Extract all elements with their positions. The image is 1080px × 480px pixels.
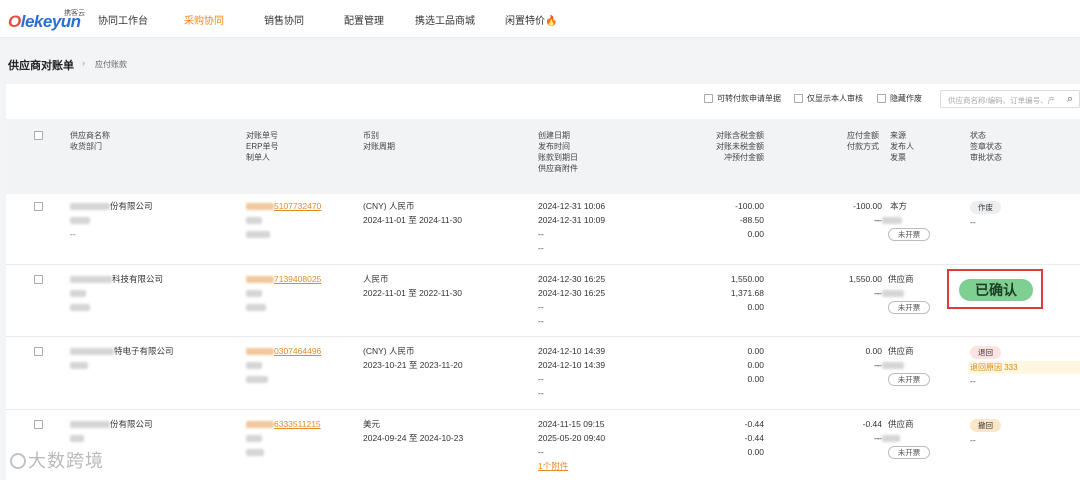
- invoice-tag[interactable]: 未开票: [888, 373, 930, 386]
- supplier-name: 份有限公司: [70, 417, 153, 431]
- nav-item-workbench[interactable]: 协同工作台: [98, 12, 148, 27]
- redacted-text: [70, 348, 114, 356]
- row-checkbox[interactable]: [34, 275, 43, 284]
- return-reason: 退回原因 333: [970, 363, 1018, 372]
- status-badge: 撤回: [970, 419, 1001, 432]
- select-all-checkbox[interactable]: [34, 131, 43, 140]
- nav-item-clearance[interactable]: 闲置特价🔥: [505, 12, 557, 27]
- redacted-text: [246, 421, 274, 429]
- header-amounts: 对账含税金额 对账未税金额 冲预付金额: [716, 131, 764, 162]
- header-supplier: 供应商名称 收货部门: [70, 131, 110, 151]
- checkbox-icon[interactable]: [704, 93, 713, 103]
- dept: --: [70, 229, 76, 239]
- redacted-text: [70, 276, 112, 284]
- header-payable: 应付金额 付款方式: [847, 131, 879, 151]
- highlight-box: 已确认: [947, 269, 1043, 309]
- search-icon[interactable]: ⌕: [1067, 93, 1073, 106]
- search-input[interactable]: 供应商名称/编码、订单编号、产 ⌕: [940, 90, 1080, 108]
- supplier-name: 特电子有限公司: [70, 344, 174, 358]
- invoice-tag[interactable]: 未开票: [888, 228, 930, 241]
- supplier-name: 份有限公司: [70, 199, 153, 213]
- redacted-text: [246, 276, 274, 284]
- top-navigation-bar: Olekeyun 携客云 协同工作台 采购协同 销售协同 配置管理 携选工品商城…: [0, 0, 1080, 38]
- header-status: 状态 签章状态 审批状态: [970, 131, 1002, 162]
- supplier-name: 科技有限公司: [70, 272, 163, 286]
- status-badge: 作废: [970, 201, 1001, 214]
- redacted-text: [70, 203, 110, 211]
- status-badge: 退回: [970, 346, 1001, 359]
- header-source: 来源 发布人 发票: [890, 131, 914, 162]
- nav-item-mall[interactable]: 携选工品商城: [415, 12, 475, 27]
- filter-hide-void[interactable]: 隐藏作废: [877, 90, 922, 106]
- row-checkbox[interactable]: [34, 347, 43, 356]
- redacted-text: [246, 203, 274, 211]
- header-dates: 创建日期 发布时间 账款到期日 供应商附件: [538, 131, 578, 173]
- doc-no-link[interactable]: 5107732470: [246, 199, 321, 213]
- watermark: 大数跨境: [10, 447, 104, 473]
- checkbox-icon[interactable]: [794, 93, 803, 103]
- nav-item-sales[interactable]: 销售协同: [264, 12, 304, 27]
- filter-transferable[interactable]: 可转付款申请单据: [704, 90, 781, 106]
- doc-no-link[interactable]: 7139408025: [246, 272, 321, 286]
- breadcrumb-sub[interactable]: 应付账款: [95, 59, 127, 70]
- nav-item-config[interactable]: 配置管理: [344, 12, 384, 27]
- logo-cn-text: 携客云: [64, 10, 85, 17]
- invoice-tag[interactable]: 未开票: [888, 446, 930, 459]
- row-checkbox[interactable]: [34, 202, 43, 211]
- watermark-logo-icon: [10, 453, 26, 469]
- chevron-right-icon: ›: [82, 58, 85, 68]
- doc-no-link[interactable]: 6333511215: [246, 417, 321, 431]
- status-badge: 已确认: [959, 279, 1033, 301]
- page-title: 供应商对账单: [8, 60, 74, 72]
- checkbox-icon[interactable]: [877, 93, 886, 103]
- nav-item-procurement[interactable]: 采购协同: [184, 12, 224, 27]
- invoice-tag[interactable]: 未开票: [888, 301, 930, 314]
- row-checkbox[interactable]: [34, 420, 43, 429]
- doc-no-link[interactable]: 0307464496: [246, 344, 321, 358]
- redacted-text: [70, 217, 90, 225]
- logo[interactable]: Olekeyun 携客云: [8, 8, 92, 32]
- attachment-link[interactable]: 1个附件: [538, 459, 568, 473]
- redacted-text: [246, 348, 274, 356]
- header-docno: 对账单号 ERP单号 制单人: [246, 131, 279, 162]
- fire-icon: 🔥: [545, 16, 558, 27]
- redacted-text: [70, 421, 110, 429]
- header-currency: 币别 对账周期: [363, 131, 395, 151]
- filter-mine-only[interactable]: 仅显示本人审核: [794, 90, 863, 106]
